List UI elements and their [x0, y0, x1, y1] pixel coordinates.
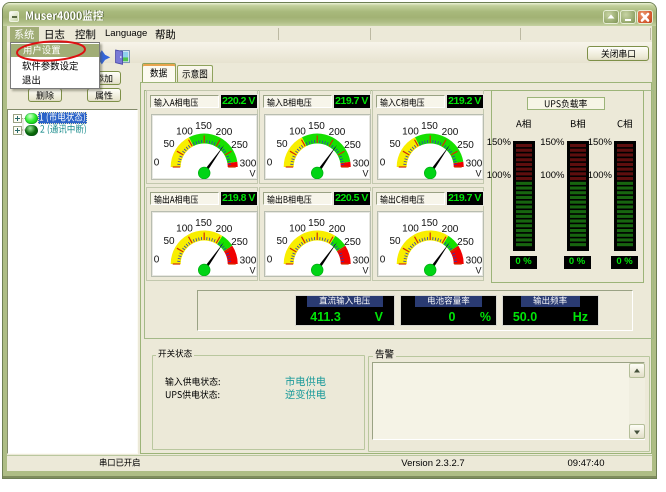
svg-text:0: 0 [266, 157, 272, 168]
svg-text:100: 100 [402, 223, 419, 234]
svg-text:100: 100 [176, 126, 193, 137]
svg-text:150: 150 [195, 121, 212, 132]
svg-text:V: V [249, 265, 255, 275]
svg-text:200: 200 [328, 224, 345, 235]
svg-text:250: 250 [457, 237, 474, 248]
svg-text:V: V [249, 168, 255, 178]
svg-text:250: 250 [231, 140, 248, 151]
svg-text:100: 100 [289, 126, 306, 137]
svg-text:200: 200 [215, 127, 232, 138]
svg-text:0: 0 [153, 157, 159, 168]
svg-text:100: 100 [176, 223, 193, 234]
svg-text:250: 250 [231, 237, 248, 248]
svg-text:150: 150 [421, 121, 438, 132]
svg-text:200: 200 [441, 127, 458, 138]
svg-text:0: 0 [153, 254, 159, 265]
svg-text:0: 0 [379, 254, 385, 265]
svg-text:200: 200 [328, 127, 345, 138]
svg-text:V: V [362, 265, 368, 275]
svg-text:150: 150 [308, 121, 325, 132]
svg-text:50: 50 [163, 236, 175, 247]
svg-text:V: V [475, 265, 481, 275]
svg-text:50: 50 [389, 139, 401, 150]
svg-text:100: 100 [402, 126, 419, 137]
svg-text:100: 100 [289, 223, 306, 234]
svg-text:150: 150 [421, 218, 438, 229]
svg-text:250: 250 [344, 237, 361, 248]
svg-text:150: 150 [308, 218, 325, 229]
svg-text:50: 50 [276, 236, 288, 247]
svg-text:200: 200 [441, 224, 458, 235]
svg-text:200: 200 [215, 224, 232, 235]
svg-text:V: V [475, 168, 481, 178]
svg-text:50: 50 [276, 139, 288, 150]
svg-text:V: V [362, 168, 368, 178]
svg-text:250: 250 [344, 140, 361, 151]
svg-text:0: 0 [379, 157, 385, 168]
svg-text:150: 150 [195, 218, 212, 229]
svg-text:0: 0 [266, 254, 272, 265]
svg-text:250: 250 [457, 140, 474, 151]
svg-text:50: 50 [389, 236, 401, 247]
svg-text:50: 50 [163, 139, 175, 150]
